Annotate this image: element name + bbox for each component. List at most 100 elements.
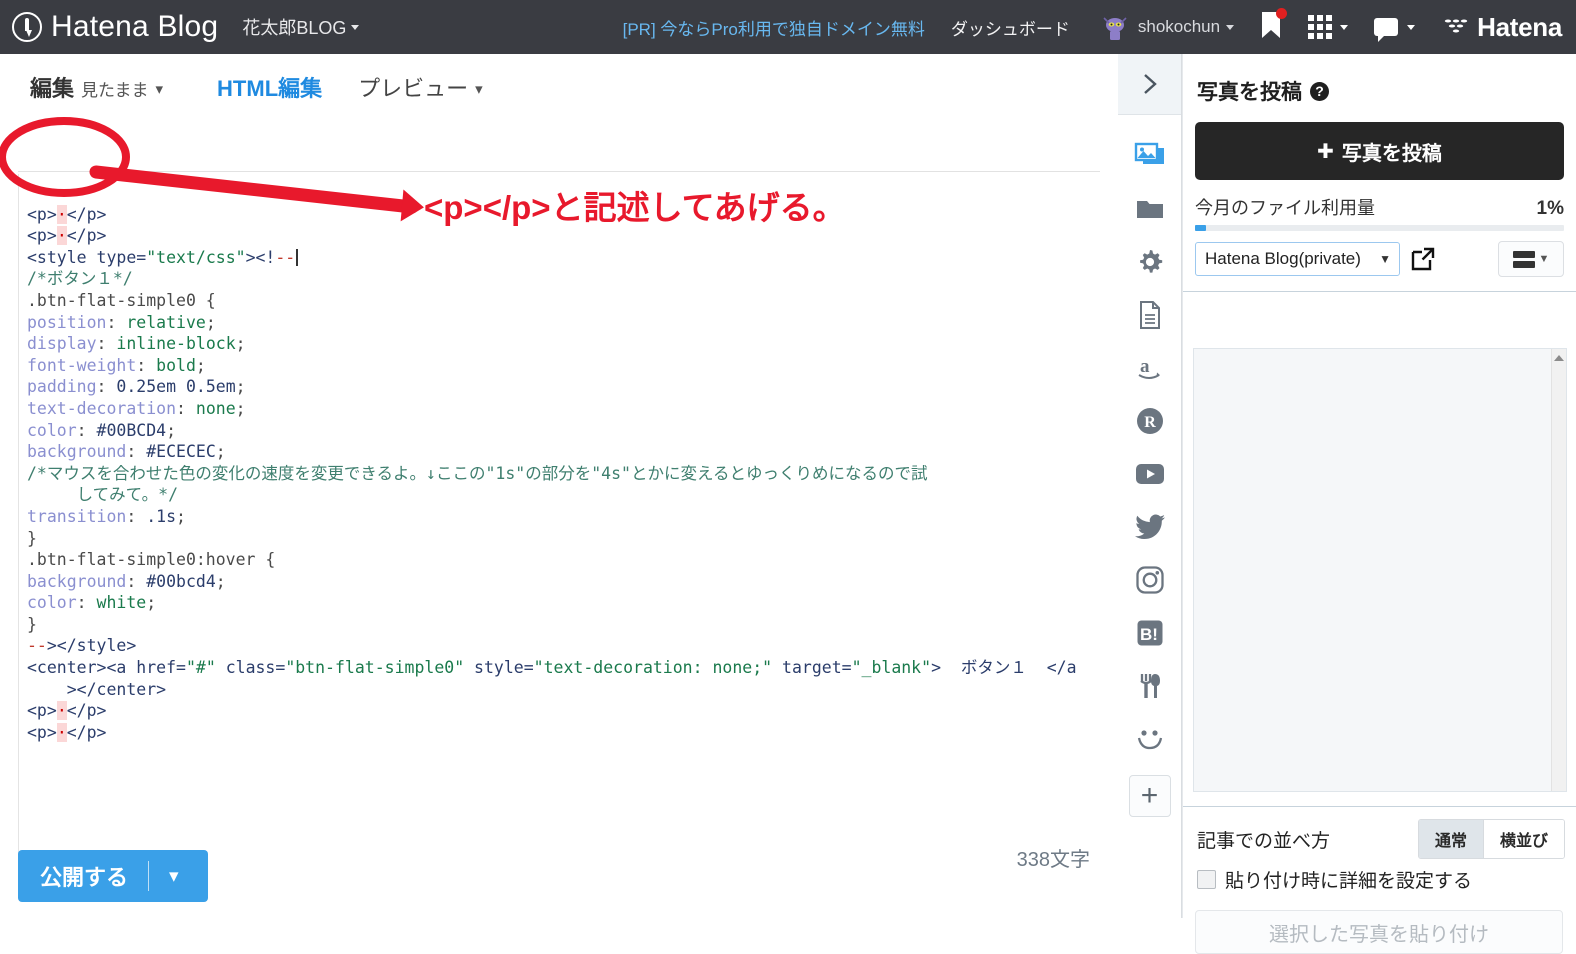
- view-mode-button[interactable]: ▼: [1498, 241, 1564, 277]
- sidebar-item-document[interactable]: [1118, 288, 1181, 341]
- sidebar-collapse-toggle[interactable]: [1118, 54, 1181, 115]
- tab-edit-mode-label: 見たまま: [81, 81, 149, 100]
- hatena-blog-editor-page: Hatena Blog 花太郎BLOG [PR] 今ならPro利用で独自ドメイン…: [0, 0, 1576, 954]
- publish-separator: [148, 861, 150, 891]
- character-count: 338文字: [1016, 849, 1090, 871]
- order-option-horizontal[interactable]: 横並び: [1482, 820, 1564, 858]
- photo-icon: [1134, 142, 1164, 164]
- file-usage-row: 今月のファイル利用量 1%: [1195, 194, 1564, 220]
- tab-edit[interactable]: 編集 見たまま ▾: [30, 71, 163, 103]
- code-line: --></style>: [27, 636, 137, 656]
- hatena-home-link[interactable]: Hatena: [1441, 12, 1562, 43]
- code-line: font-weight: bold;: [27, 355, 206, 375]
- page-title: 写真を投稿: [1197, 81, 1302, 104]
- sidebar-item-folder[interactable]: [1118, 182, 1181, 235]
- chevron-down-icon: [1340, 24, 1349, 30]
- hatena-bookmark-icon: B!: [1137, 620, 1162, 645]
- code-line: color: #00BCD4;: [27, 420, 177, 440]
- apps-menu-button[interactable]: [1308, 15, 1349, 39]
- editor-tabbar: 編集 見たまま ▾ HTML編集 プレビュー ▾: [0, 54, 1118, 120]
- sidebar-item-smiley[interactable]: [1118, 712, 1181, 765]
- detail-settings-label: 貼り付け時に詳細を設定する: [1225, 871, 1473, 892]
- code-line: }: [27, 528, 37, 548]
- file-usage-progressbar: [1195, 225, 1564, 231]
- detail-settings-row[interactable]: 貼り付け時に詳細を設定する: [1197, 866, 1472, 893]
- chevron-down-icon: [1226, 24, 1235, 30]
- code-line: してみて。*/: [27, 485, 179, 505]
- twitter-icon: [1134, 514, 1165, 539]
- article-order-label: 記事での並べ方: [1197, 830, 1331, 852]
- tab-html-edit[interactable]: HTML編集: [207, 67, 332, 107]
- hatena-label: Hatena: [1477, 11, 1562, 42]
- publish-button-label: 公開する: [40, 865, 129, 890]
- code-line: <style type="text/css"><!--: [27, 247, 1100, 269]
- sidebar-item-instagram[interactable]: [1118, 553, 1181, 606]
- code-line: color: white;: [27, 593, 157, 613]
- tab-preview[interactable]: プレビュー ▾: [358, 71, 483, 103]
- svg-text:R: R: [1144, 414, 1156, 431]
- pr-promo-link[interactable]: [PR] 今ならPro利用で独自ドメイン無料: [623, 15, 925, 40]
- code-line: /*マウスを合わせた色の変化の速度を変更できるよ。↓ここの"1s"の部分を"4s…: [27, 463, 928, 483]
- upload-photo-label: 写真を投稿: [1341, 142, 1442, 165]
- order-option-normal[interactable]: 通常: [1418, 820, 1483, 858]
- external-link-icon[interactable]: [1410, 246, 1436, 272]
- sidebar-item-hatena-bookmark[interactable]: B!: [1118, 606, 1181, 659]
- question-mark-icon[interactable]: ?: [1310, 81, 1329, 101]
- sidebar-item-amazon[interactable]: a: [1118, 341, 1181, 394]
- rakuten-icon: R: [1136, 407, 1163, 434]
- gear-icon: [1139, 249, 1162, 273]
- bookmark-button[interactable]: [1260, 7, 1288, 44]
- user-menu[interactable]: shokochun: [1099, 12, 1235, 42]
- detail-settings-checkbox[interactable]: [1197, 870, 1216, 889]
- file-usage-label: 今月のファイル利用量: [1195, 198, 1375, 218]
- hatena-blog-brand[interactable]: Hatena Blog: [12, 12, 218, 42]
- folder-select-value: Hatena Blog(private): [1205, 249, 1361, 268]
- photo-gallery-area[interactable]: [1193, 348, 1567, 792]
- sidebar-item-restaurant[interactable]: [1118, 659, 1181, 712]
- code-line: <center><a href="#" class="btn-flat-simp…: [27, 658, 1077, 678]
- upload-photo-button[interactable]: ✚ 写真を投稿: [1195, 122, 1564, 180]
- dashboard-link[interactable]: ダッシュボード: [951, 15, 1070, 40]
- code-line: position: relative;: [27, 312, 216, 332]
- paste-selected-photo-button[interactable]: 選択した写真を貼り付け: [1195, 910, 1563, 954]
- blog-name-label: 花太郎BLOG: [242, 18, 347, 38]
- sidebar-item-photo[interactable]: [1118, 129, 1181, 182]
- list-view-icon: [1512, 250, 1535, 268]
- publish-row: 公開する ▾: [18, 850, 208, 902]
- apps-grid-icon: [1308, 15, 1333, 39]
- code-line: .btn-flat-simple0 {: [27, 290, 216, 310]
- chevron-down-icon[interactable]: ▾: [169, 865, 201, 888]
- avatar: [1099, 12, 1130, 42]
- sidebar-item-rakuten[interactable]: R: [1118, 394, 1181, 447]
- instagram-icon: [1135, 565, 1164, 594]
- annotation-text: <p></p>と記述してあげる。: [424, 189, 846, 226]
- tab-edit-label: 編集: [30, 76, 75, 101]
- photo-panel-title-row: 写真を投稿 ?: [1183, 54, 1576, 106]
- gallery-scrollbar[interactable]: [1551, 349, 1566, 791]
- sidebar-item-settings[interactable]: [1118, 235, 1181, 288]
- sidebar-item-youtube[interactable]: [1118, 447, 1181, 500]
- code-line: /*ボタン１*/: [27, 269, 133, 289]
- folder-select[interactable]: Hatena Blog(private) ▼: [1195, 242, 1400, 276]
- user-name-text: shokochun: [1137, 17, 1221, 36]
- code-line: }: [27, 614, 37, 634]
- article-order-segmented-control: 通常 横並び: [1417, 819, 1565, 859]
- sidebar-item-twitter[interactable]: [1118, 500, 1181, 553]
- sidebar-icon-rail: a R B! +: [1118, 54, 1182, 918]
- sidebar-add-button[interactable]: +: [1128, 775, 1171, 817]
- chevron-down-icon: ▼: [1538, 253, 1550, 265]
- messages-button[interactable]: [1374, 18, 1416, 42]
- code-line: display: inline-block;: [27, 334, 246, 354]
- notification-badge: [1276, 7, 1288, 19]
- code-line: background: #ECECEC;: [27, 442, 226, 462]
- code-line: transition: .1s;: [27, 506, 186, 526]
- code-line: <p>·</p>: [27, 722, 107, 742]
- chevron-down-icon: ▼: [1379, 252, 1391, 266]
- chevron-down-icon: [351, 24, 360, 30]
- brand-label: Hatena Blog: [51, 10, 219, 43]
- bookmark-icon: [1260, 7, 1288, 44]
- blog-name-menu[interactable]: 花太郎BLOG: [242, 14, 360, 40]
- scroll-up-arrow-icon[interactable]: [1554, 355, 1564, 361]
- publish-button[interactable]: 公開する ▾: [18, 850, 208, 902]
- html-source-textarea[interactable]: <p>·</p> <p>·</p> <style type="text/css"><…: [18, 174, 1100, 874]
